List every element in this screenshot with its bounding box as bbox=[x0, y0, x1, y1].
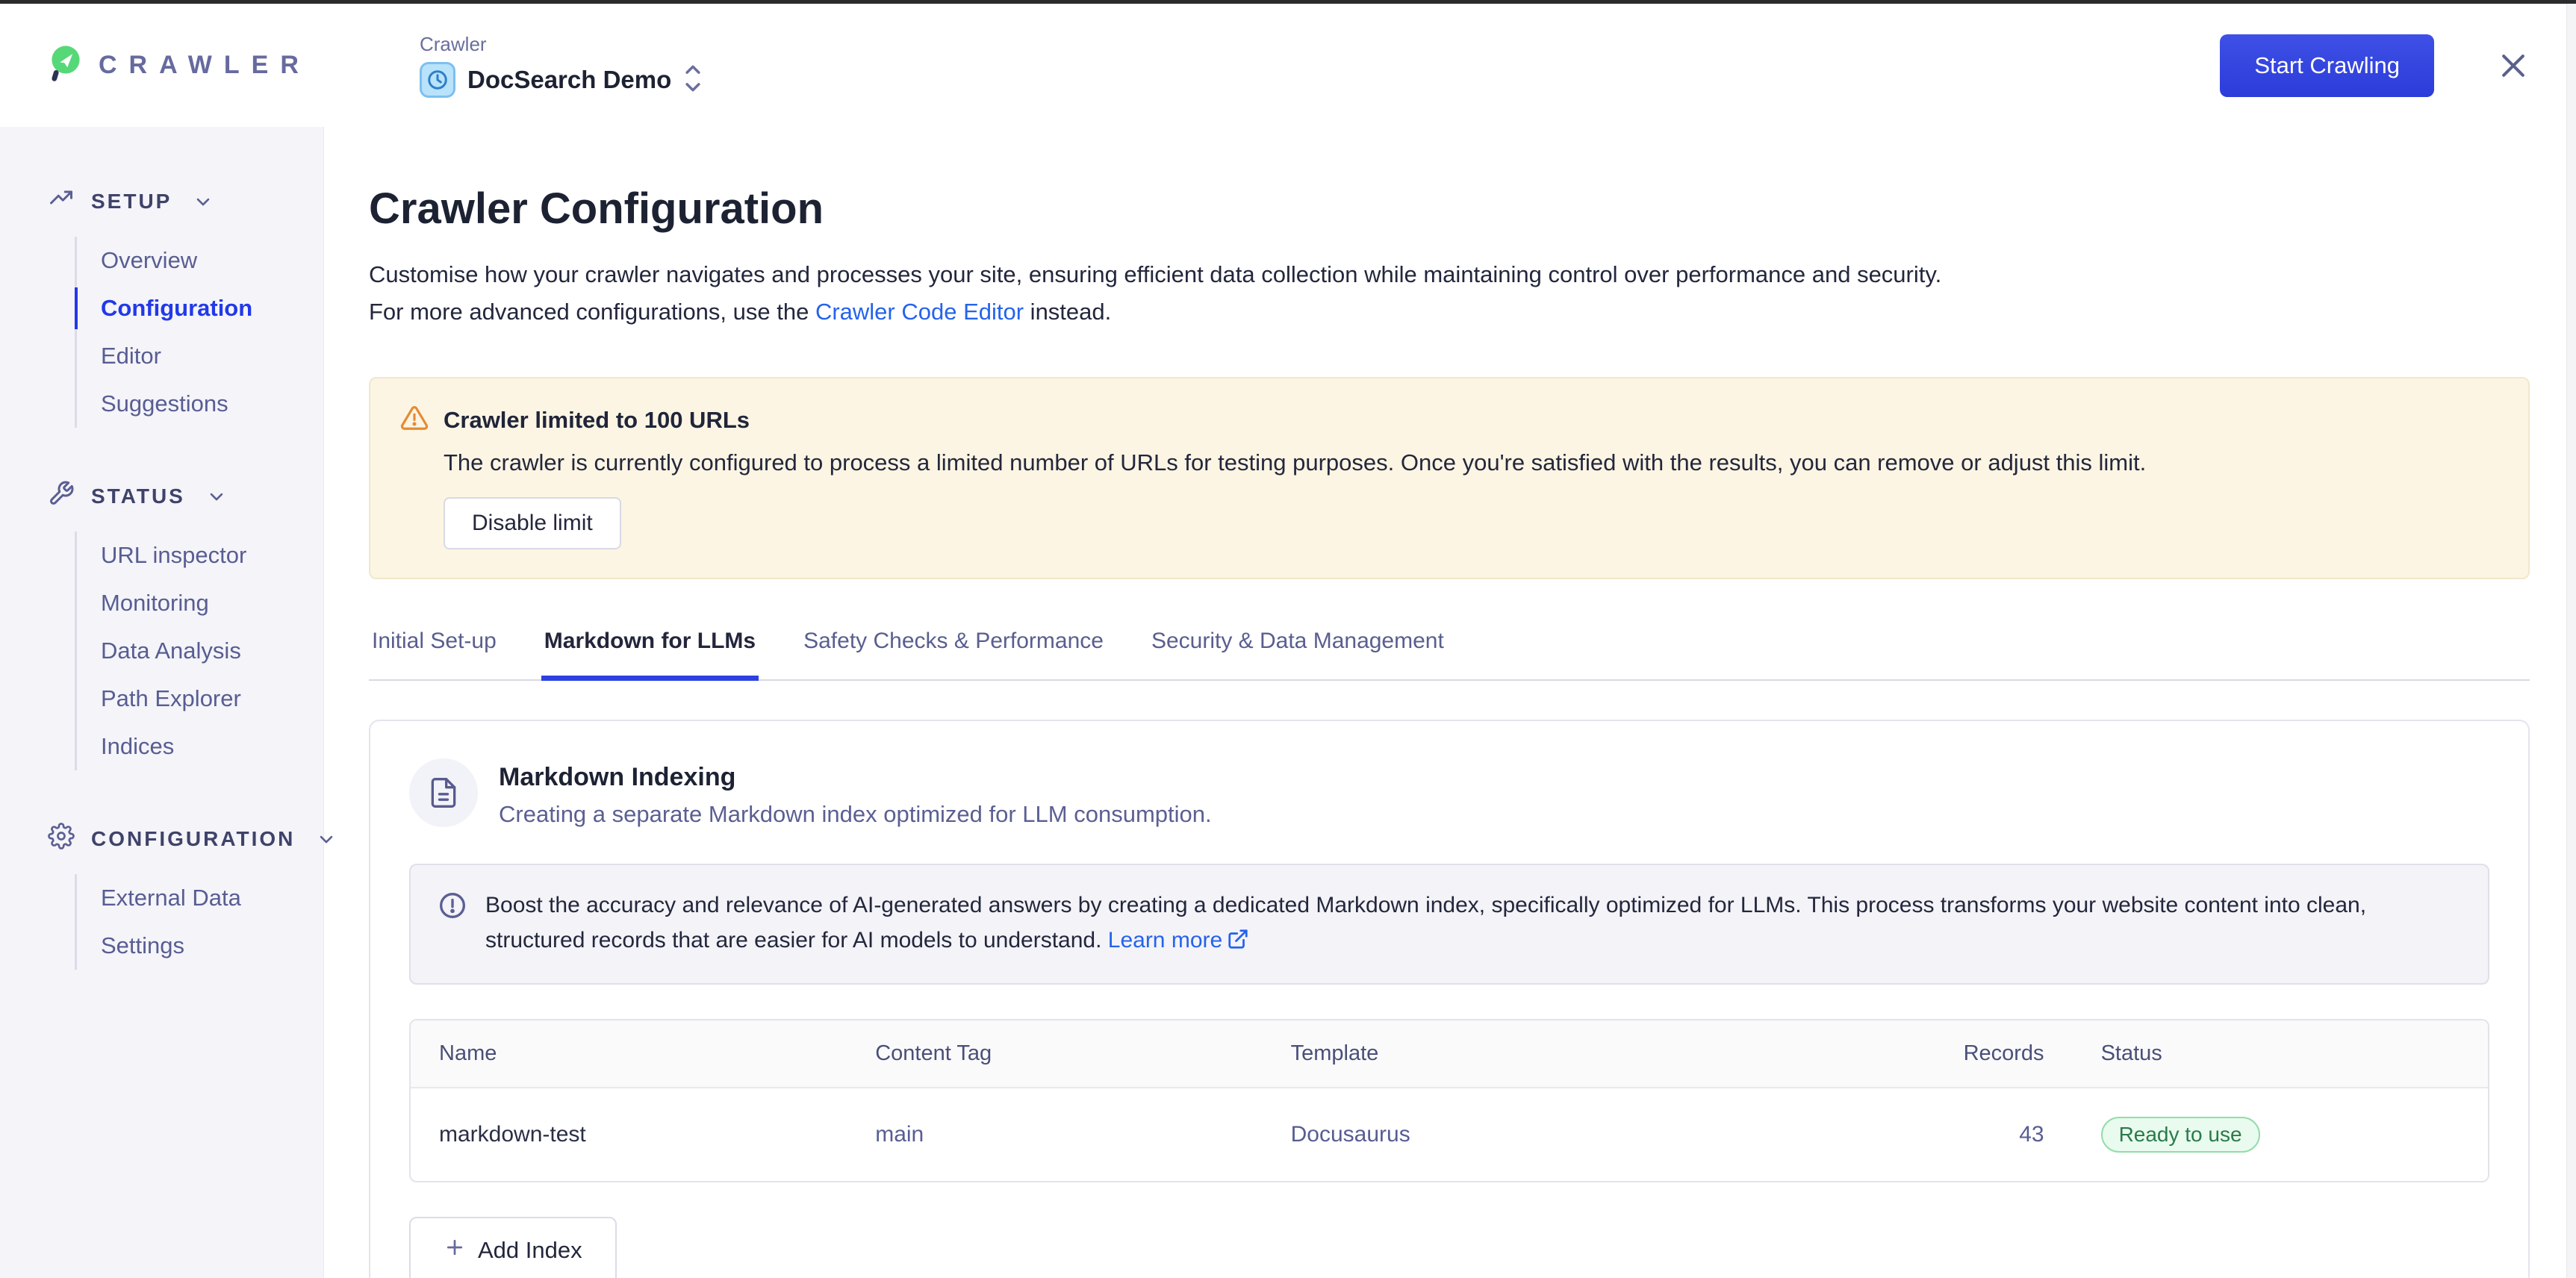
sidebar-header-setup[interactable]: SETUP bbox=[48, 185, 323, 217]
crawler-app-icon bbox=[420, 62, 455, 98]
sidebar-item-overview[interactable]: Overview bbox=[77, 237, 323, 284]
sidebar-item-external-data[interactable]: External Data bbox=[77, 874, 323, 922]
main-content: Crawler Configuration Customise how your… bbox=[324, 127, 2576, 1278]
chevron-down-icon bbox=[206, 486, 227, 507]
card-title: Markdown Indexing bbox=[499, 763, 1212, 792]
info-text: Boost the accuracy and relevance of AI-g… bbox=[485, 893, 2366, 953]
gear-icon bbox=[48, 823, 75, 855]
tab-initial-set-up[interactable]: Initial Set-up bbox=[369, 624, 500, 679]
crawler-name: DocSearch Demo bbox=[467, 66, 671, 94]
warning-title: Crawler limited to 100 URLs bbox=[444, 407, 750, 434]
markdown-indexing-card: Markdown Indexing Creating a separate Ma… bbox=[369, 720, 2530, 1278]
tab-security-data-management[interactable]: Security & Data Management bbox=[1148, 624, 1447, 679]
info-icon bbox=[438, 891, 467, 961]
logo-text: CRAWLER bbox=[99, 51, 311, 80]
page-title: Crawler Configuration bbox=[369, 184, 2530, 234]
col-header-name: Name bbox=[411, 1020, 847, 1088]
table-row[interactable]: markdown-test main Docusaurus 43 Ready t… bbox=[411, 1088, 2488, 1181]
warning-triangle-icon bbox=[400, 404, 429, 436]
crawler-selector-label: Crawler bbox=[420, 33, 703, 56]
clock-icon bbox=[426, 69, 449, 91]
markdown-info-box: Boost the accuracy and relevance of AI-g… bbox=[409, 864, 2489, 985]
page-description: Customise how your crawler navigates and… bbox=[369, 256, 2530, 331]
top-header: CRAWLER Crawler DocSearch Demo Start Cra… bbox=[0, 4, 2576, 127]
indexes-table: Name Content Tag Template Records Status… bbox=[409, 1019, 2489, 1182]
document-icon bbox=[409, 758, 478, 827]
config-tabs: Initial Set-up Markdown for LLMs Safety … bbox=[369, 624, 2530, 681]
sidebar-item-settings[interactable]: Settings bbox=[77, 922, 323, 970]
cell-records: 43 bbox=[1823, 1088, 2073, 1181]
crawler-code-editor-link[interactable]: Crawler Code Editor bbox=[815, 299, 1024, 325]
tab-safety-checks-performance[interactable]: Safety Checks & Performance bbox=[800, 624, 1107, 679]
sidebar-item-configuration[interactable]: Configuration bbox=[77, 284, 323, 332]
start-crawling-button[interactable]: Start Crawling bbox=[2220, 34, 2434, 97]
cell-status: Ready to use bbox=[2073, 1088, 2488, 1181]
cell-content-tag: main bbox=[847, 1088, 1262, 1181]
crawler-logo-icon bbox=[46, 43, 84, 88]
app-logo: CRAWLER bbox=[46, 43, 330, 88]
cell-template: Docusaurus bbox=[1263, 1088, 1823, 1181]
tab-markdown-for-llms[interactable]: Markdown for LLMs bbox=[541, 624, 759, 679]
sidebar-item-data-analysis[interactable]: Data Analysis bbox=[77, 627, 323, 675]
scrollbar[interactable] bbox=[2566, 4, 2576, 1278]
col-header-records: Records bbox=[1823, 1020, 2073, 1088]
warning-body: The crawler is currently configured to p… bbox=[444, 449, 2498, 476]
col-header-content-tag: Content Tag bbox=[847, 1020, 1262, 1088]
sidebar-item-editor[interactable]: Editor bbox=[77, 332, 323, 380]
close-icon[interactable] bbox=[2497, 49, 2530, 82]
sidebar-item-path-explorer[interactable]: Path Explorer bbox=[77, 675, 323, 723]
wrench-icon bbox=[48, 480, 75, 512]
external-link-icon[interactable] bbox=[1227, 926, 1249, 961]
plus-icon bbox=[444, 1236, 466, 1265]
select-updown-icon bbox=[683, 62, 703, 99]
table-header-row: Name Content Tag Template Records Status bbox=[411, 1020, 2488, 1088]
chevron-down-icon bbox=[193, 191, 214, 212]
sidebar: SETUP Overview Configuration Editor Sugg… bbox=[0, 127, 324, 1278]
url-limit-warning-banner: Crawler limited to 100 URLs The crawler … bbox=[369, 377, 2530, 579]
learn-more-link[interactable]: Learn more bbox=[1108, 928, 1222, 953]
sidebar-header-configuration[interactable]: CONFIGURATION bbox=[48, 823, 323, 855]
disable-limit-button[interactable]: Disable limit bbox=[444, 497, 621, 549]
sidebar-section-status: STATUS URL inspector Monitoring Data Ana… bbox=[0, 480, 323, 770]
cell-index-name: markdown-test bbox=[411, 1088, 847, 1181]
trending-up-icon bbox=[48, 185, 75, 217]
sidebar-item-url-inspector[interactable]: URL inspector bbox=[77, 532, 323, 579]
add-index-button[interactable]: Add Index bbox=[409, 1217, 617, 1278]
status-badge: Ready to use bbox=[2101, 1117, 2260, 1153]
card-subtitle: Creating a separate Markdown index optim… bbox=[499, 801, 1212, 828]
sidebar-section-configuration: CONFIGURATION External Data Settings bbox=[0, 823, 323, 970]
sidebar-section-setup: SETUP Overview Configuration Editor Sugg… bbox=[0, 185, 323, 428]
crawler-selector[interactable]: Crawler DocSearch Demo bbox=[420, 33, 703, 99]
sidebar-header-status[interactable]: STATUS bbox=[48, 480, 323, 512]
col-header-template: Template bbox=[1263, 1020, 1823, 1088]
sidebar-item-suggestions[interactable]: Suggestions bbox=[77, 380, 323, 428]
sidebar-item-monitoring[interactable]: Monitoring bbox=[77, 579, 323, 627]
sidebar-item-indices[interactable]: Indices bbox=[77, 723, 323, 770]
col-header-status: Status bbox=[2073, 1020, 2488, 1088]
